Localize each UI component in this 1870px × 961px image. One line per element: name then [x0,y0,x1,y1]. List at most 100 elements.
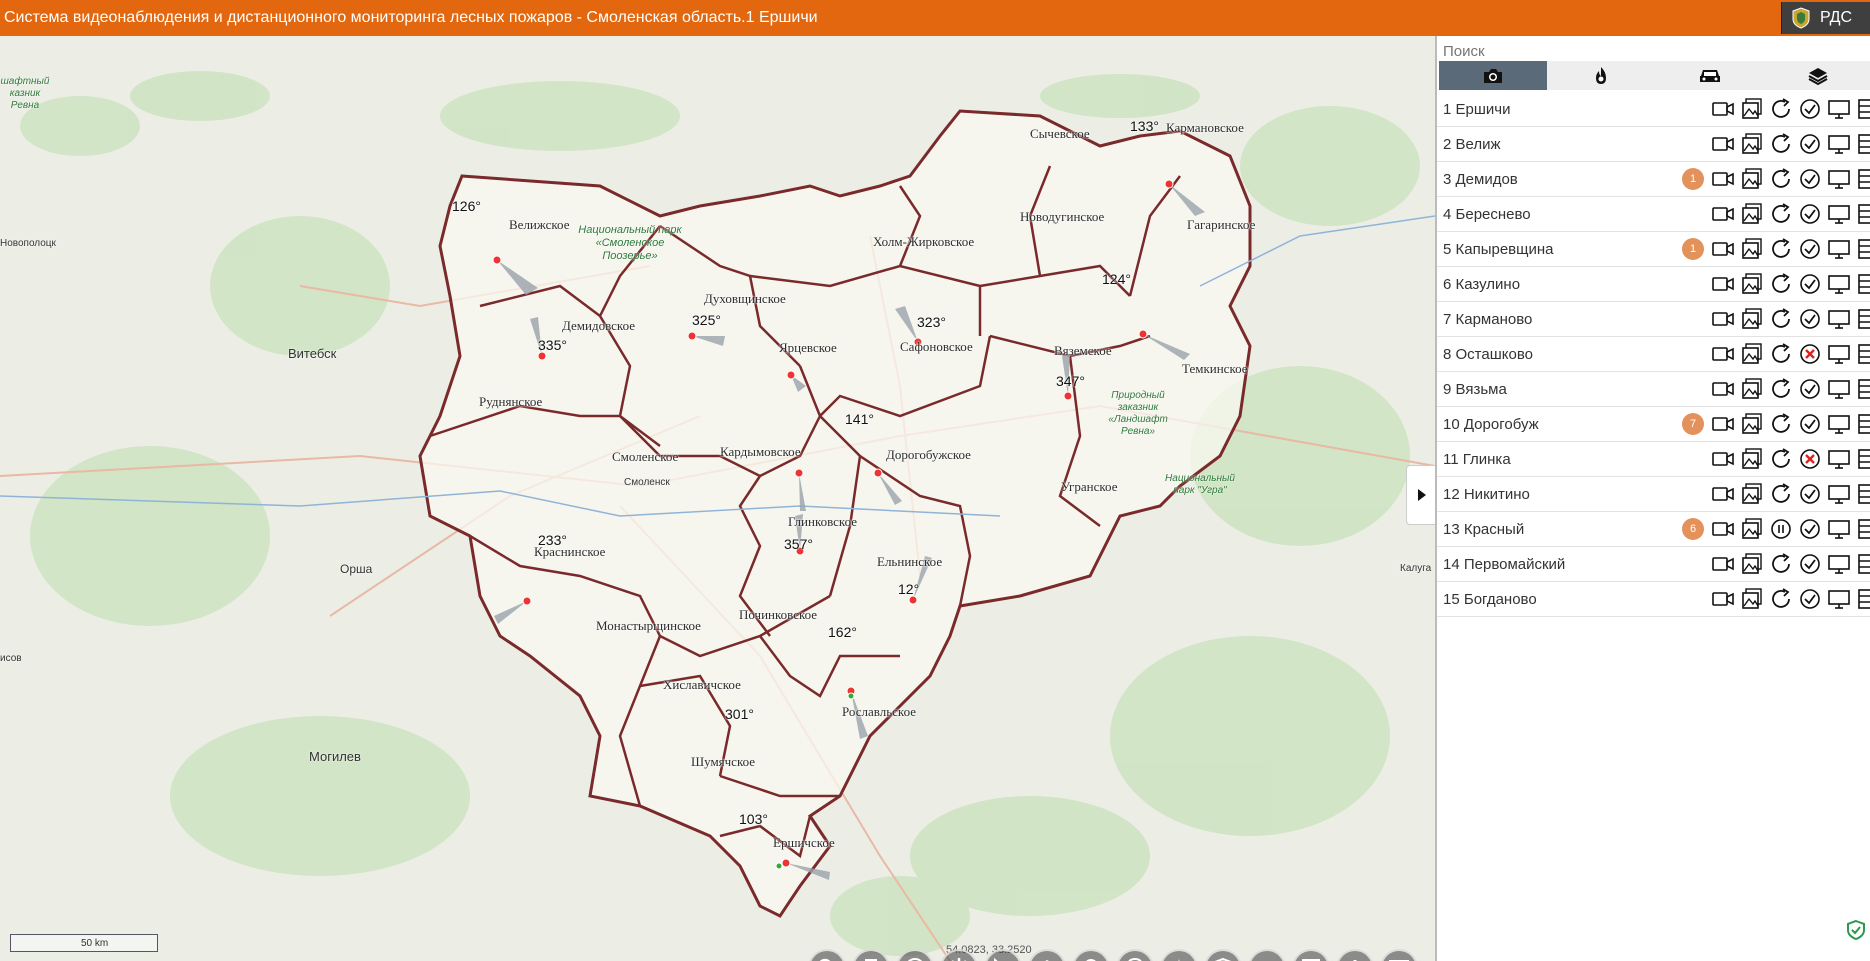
monitor-icon[interactable] [1827,132,1851,156]
monitor-icon[interactable] [1827,377,1851,401]
brand-button[interactable]: РДС [1781,2,1870,34]
monitor-icon[interactable] [1827,167,1851,191]
refresh-icon[interactable] [1769,587,1793,611]
ok-status-icon[interactable] [1798,412,1822,436]
grid-icon[interactable] [1856,167,1870,191]
camera-name[interactable]: 10 Дорогобуж [1443,416,1539,433]
error-status-icon[interactable] [1798,447,1822,471]
ok-status-icon[interactable] [1798,97,1822,121]
video-icon[interactable] [1711,587,1735,611]
grid-icon[interactable] [1856,587,1870,611]
camera-row[interactable]: 9 Вязьма [1437,372,1870,407]
camera-row[interactable]: 13 Красный 6 [1437,512,1870,547]
camera-name[interactable]: 15 Богданово [1443,591,1537,608]
measure-icon[interactable] [984,949,1022,961]
camera-name[interactable]: 3 Демидов [1443,171,1518,188]
gallery-icon[interactable] [1740,482,1764,506]
error-status-icon[interactable] [1798,342,1822,366]
camera-row[interactable]: 4 Береснево [1437,197,1870,232]
video-icon[interactable] [1711,517,1735,541]
camera-name[interactable]: 6 Казулино [1443,276,1520,293]
camera-row[interactable]: 7 Карманово [1437,302,1870,337]
camera-name[interactable]: 7 Карманово [1443,311,1532,328]
camera-name[interactable]: 9 Вязьма [1443,381,1507,398]
search-tool-icon[interactable] [808,949,846,961]
refresh-icon[interactable] [1769,167,1793,191]
video-icon[interactable] [1711,412,1735,436]
video-icon[interactable] [1711,97,1735,121]
tab-cameras[interactable] [1439,61,1548,90]
camera-name[interactable]: 1 Ершичи [1443,101,1510,118]
video-icon[interactable] [1711,237,1735,261]
camera-name[interactable]: 8 Осташково [1443,346,1533,363]
monitor-icon[interactable] [1827,97,1851,121]
gallery-icon[interactable] [1740,377,1764,401]
grid-icon[interactable] [1856,307,1870,331]
video-icon[interactable] [1711,552,1735,576]
gallery-icon[interactable] [1740,307,1764,331]
refresh-icon[interactable] [1769,377,1793,401]
fullscreen-icon[interactable] [1292,949,1330,961]
camera-name[interactable]: 13 Красный [1443,521,1524,538]
grid-icon[interactable] [1856,447,1870,471]
ok-status-icon[interactable] [1798,377,1822,401]
ok-status-icon[interactable] [1798,587,1822,611]
grid-icon[interactable] [1856,342,1870,366]
layers-icon[interactable] [1028,949,1066,961]
gallery-icon[interactable] [1740,412,1764,436]
compass-icon[interactable] [1160,949,1198,961]
print-icon[interactable] [852,949,890,961]
monitor-icon[interactable] [1827,482,1851,506]
camera-rotate-icon[interactable] [1072,949,1110,961]
map-view[interactable]: Велижское Демидовское Духовщинское Холм-… [0,36,1435,961]
video-icon[interactable] [1711,377,1735,401]
ok-status-icon[interactable] [1798,482,1822,506]
sound-icon[interactable] [1248,949,1286,961]
ok-status-icon[interactable] [1798,307,1822,331]
camera-row[interactable]: 14 Первомайский [1437,547,1870,582]
alert-count-badge[interactable]: 7 [1682,413,1704,435]
alert-count-badge[interactable]: 6 [1682,518,1704,540]
camera-name[interactable]: 12 Никитино [1443,486,1530,503]
ok-status-icon[interactable] [1798,517,1822,541]
video-icon[interactable] [1711,447,1735,471]
refresh-icon[interactable] [1769,202,1793,226]
ok-status-icon[interactable] [1798,237,1822,261]
camera-name[interactable]: 14 Первомайский [1443,556,1565,573]
video-icon[interactable] [1711,167,1735,191]
ok-status-icon[interactable] [1798,552,1822,576]
gallery-icon[interactable] [1740,447,1764,471]
refresh-icon[interactable] [1769,97,1793,121]
tab-layers[interactable] [1764,61,1870,90]
panel-toggle-button[interactable] [1406,465,1436,525]
grid-icon[interactable] [1856,482,1870,506]
gallery-icon[interactable] [1740,517,1764,541]
camera-row[interactable]: 2 Велиж [1437,127,1870,162]
camera-row[interactable]: 6 Казулино [1437,267,1870,302]
gallery-icon[interactable] [1740,202,1764,226]
video-icon[interactable] [1711,132,1735,156]
refresh-icon[interactable] [1769,482,1793,506]
monitor-icon[interactable] [1827,342,1851,366]
gallery-icon[interactable] [1740,97,1764,121]
camera-row[interactable]: 5 Капыревщина 1 [1437,232,1870,267]
video-icon[interactable] [1711,272,1735,296]
refresh-icon[interactable] [1769,272,1793,296]
camera-row[interactable]: 12 Никитино [1437,477,1870,512]
monitor-icon[interactable] [1827,587,1851,611]
tab-fires[interactable] [1547,61,1655,90]
camera-row[interactable]: 11 Глинка [1437,442,1870,477]
shield-icon[interactable] [1204,949,1242,961]
grid-icon[interactable] [1856,132,1870,156]
grid-icon[interactable] [1856,97,1870,121]
monitor-icon[interactable] [1827,202,1851,226]
camera-row[interactable]: 1 Ершичи [1437,92,1870,127]
video-icon[interactable] [1711,202,1735,226]
monitor-icon[interactable] [1827,517,1851,541]
gallery-icon[interactable] [1740,587,1764,611]
settings-icon[interactable] [940,949,978,961]
camera-name[interactable]: 2 Велиж [1443,136,1501,153]
camera-row[interactable]: 3 Демидов 1 [1437,162,1870,197]
camera-row[interactable]: 15 Богданово [1437,582,1870,617]
camera-name[interactable]: 11 Глинка [1443,451,1511,468]
